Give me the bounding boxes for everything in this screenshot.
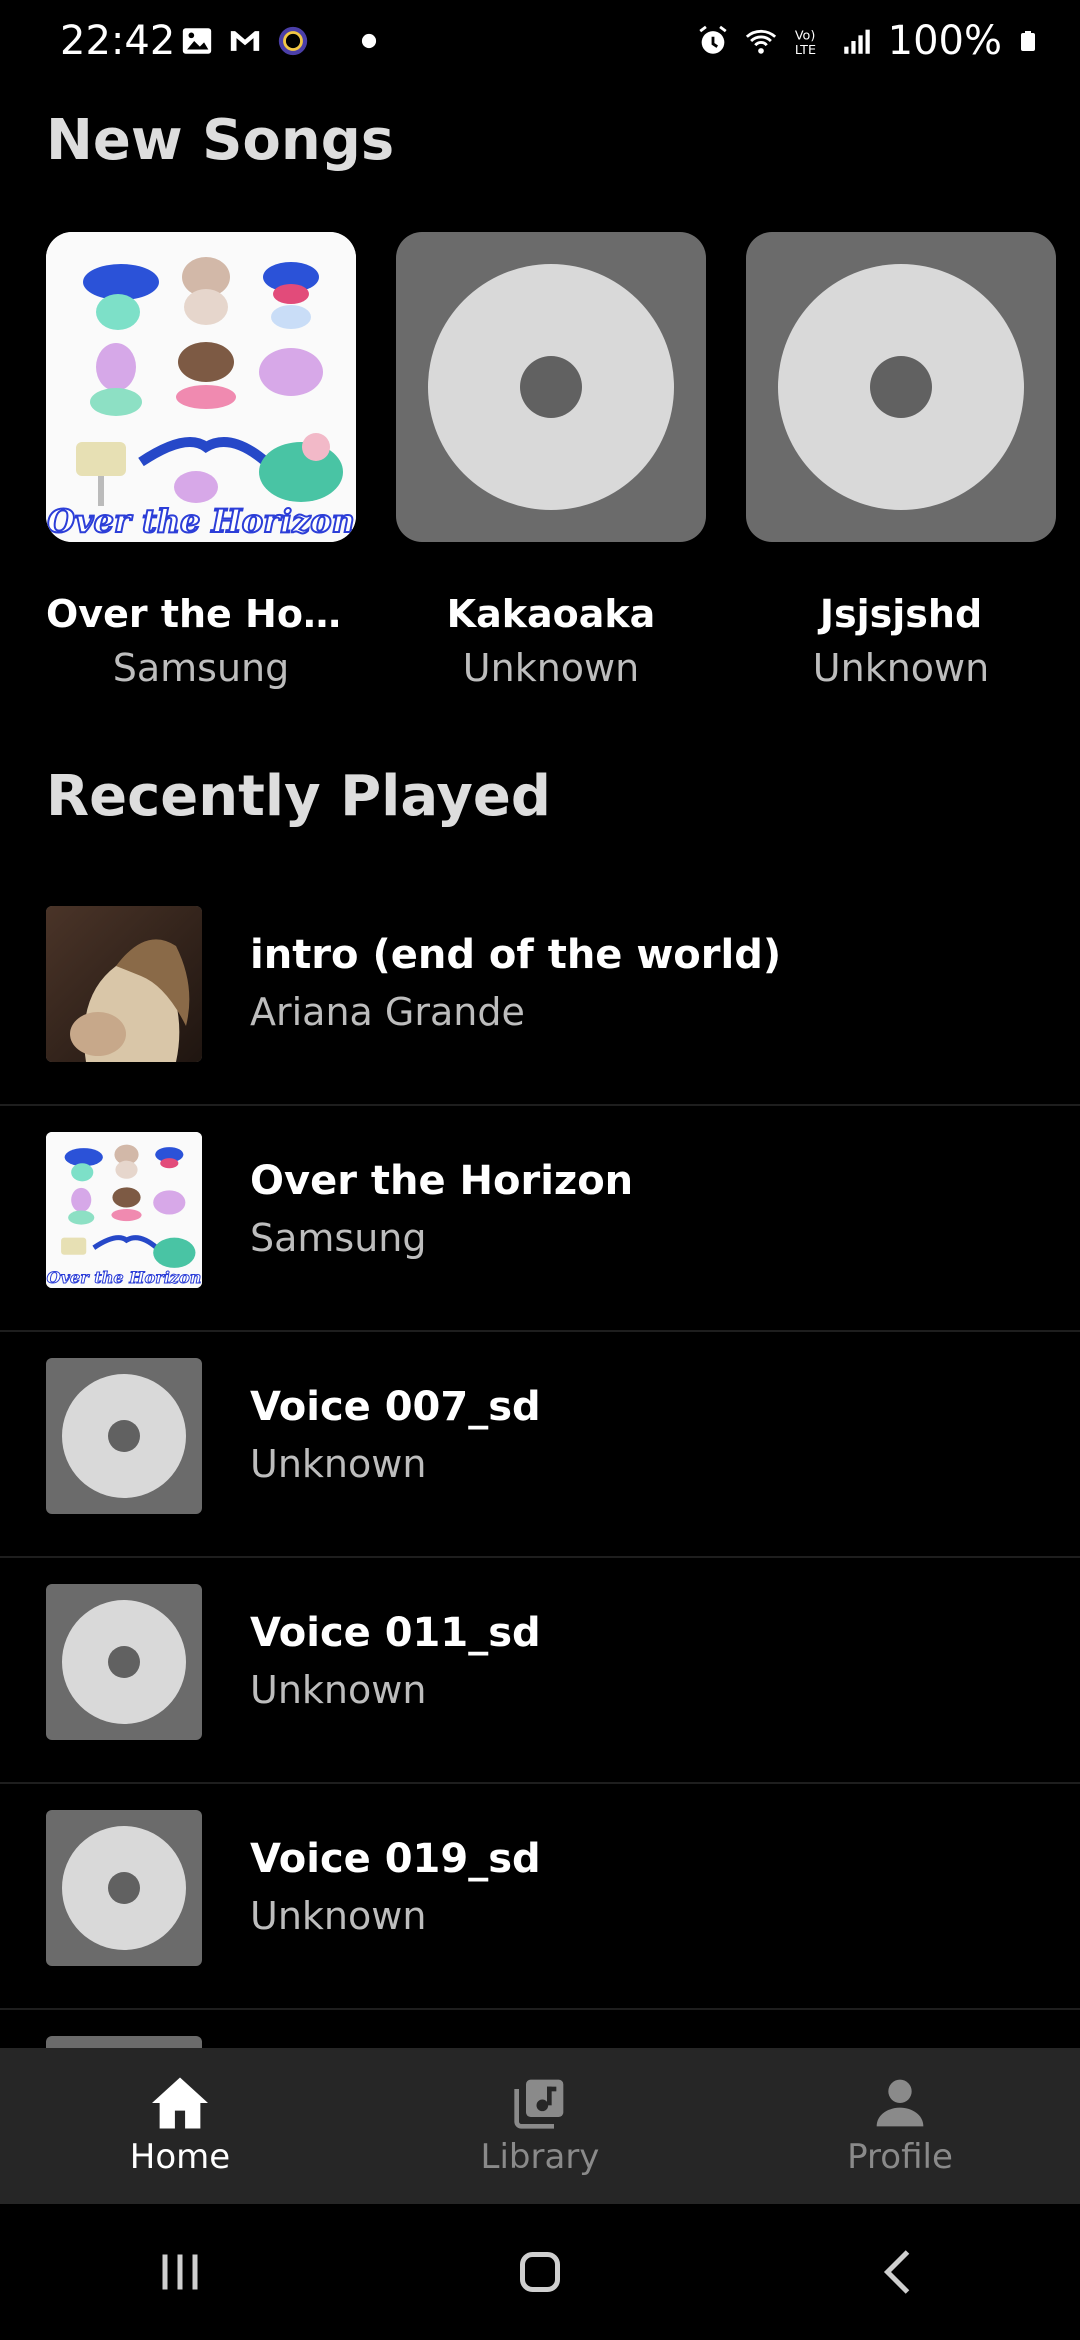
placeholder-album-art — [46, 1810, 202, 1966]
battery-icon — [1021, 31, 1035, 51]
disc-icon — [428, 264, 674, 510]
nav-library[interactable]: Library — [360, 2048, 720, 2204]
song-title: Voice 011_sd — [250, 1610, 541, 1656]
new-song-artist: Unknown — [462, 646, 640, 690]
wifi-icon — [745, 29, 776, 54]
dot-icon — [361, 33, 377, 49]
recent-apps-icon[interactable] — [150, 2242, 210, 2302]
svg-text:Over the Horizon: Over the Horizon — [47, 1268, 202, 1287]
back-icon[interactable] — [870, 2242, 930, 2302]
over-the-horizon-artwork: Over the Horizon — [46, 232, 356, 542]
disc-icon — [62, 1826, 186, 1950]
song-artist: Samsung — [250, 1216, 427, 1260]
new-song-card[interactable]: Jsjsjshd Unknown — [746, 232, 1056, 690]
home-button-icon[interactable] — [510, 2242, 570, 2302]
nav-profile[interactable]: Profile — [720, 2048, 1080, 2204]
song-title: Voice 007_sd — [250, 1384, 541, 1430]
album-art-over-the-horizon: Over the Horizon — [46, 232, 356, 542]
song-title: Over the Horizon — [250, 1158, 634, 1204]
new-song-card[interactable]: Over the Horizon Over the Hori… Samsung — [46, 232, 356, 690]
circle-app-icon — [278, 26, 308, 56]
status-bar: 22:42 Vo) LTE 100% — [0, 0, 1080, 88]
album-art-over-the-horizon: Over the Horizon — [46, 1132, 202, 1288]
list-item[interactable]: Voice 007_sd Unknown — [0, 1332, 1080, 1558]
new-song-card[interactable]: Kakaoaka Unknown — [396, 232, 706, 690]
library-icon — [514, 2079, 564, 2129]
placeholder-album-art — [46, 1584, 202, 1740]
song-artist: Unknown — [250, 1668, 427, 1712]
new-song-title: Over the Hori… — [46, 592, 356, 636]
album-art-intro — [46, 906, 202, 1062]
nav-profile-label: Profile — [847, 2137, 953, 2177]
new-song-title: Jsjsjshd — [819, 592, 983, 636]
profile-icon — [876, 2079, 924, 2127]
battery-percent: 100% — [887, 18, 1002, 64]
list-item[interactable]: Voice 019_sd Unknown — [0, 1784, 1080, 2010]
disc-icon — [62, 1374, 186, 1498]
placeholder-album-art — [396, 232, 706, 542]
list-item[interactable]: Over the Horizon Over the Horizon Samsun… — [0, 1106, 1080, 1332]
song-title: intro (end of the world) — [250, 932, 782, 978]
volte-icon: Vo)LTE — [794, 29, 815, 58]
signal-icon — [843, 29, 870, 54]
nav-home[interactable]: Home — [0, 2048, 360, 2204]
song-artist: Unknown — [250, 1894, 427, 1938]
nav-home-label: Home — [129, 2137, 231, 2177]
disc-icon — [62, 1600, 186, 1724]
new-song-artist: Unknown — [812, 646, 990, 690]
home-icon — [152, 2077, 208, 2129]
disc-icon — [778, 264, 1024, 510]
new-song-title: Kakaoaka — [446, 592, 656, 636]
gmail-icon — [230, 31, 260, 51]
new-song-artist: Samsung — [112, 646, 290, 690]
new-songs-heading: New Songs — [46, 108, 395, 173]
svg-text:Over the Horizon: Over the Horizon — [47, 502, 355, 540]
new-songs-carousel[interactable]: Over the Horizon Over the Hori… Samsung … — [46, 232, 1080, 712]
placeholder-album-art — [46, 1358, 202, 1514]
bottom-navigation: Home Library Profile — [0, 2048, 1080, 2204]
system-navigation-bar — [0, 2204, 1080, 2340]
nav-library-label: Library — [480, 2137, 600, 2177]
placeholder-album-art — [746, 232, 1056, 542]
status-time: 22:42 — [60, 18, 176, 64]
list-item[interactable]: intro (end of the world) Ariana Grande — [0, 880, 1080, 1106]
image-icon — [182, 28, 212, 54]
song-artist: Unknown — [250, 1442, 427, 1486]
svg-text:Vo): Vo) — [794, 29, 815, 44]
recently-played-heading: Recently Played — [46, 764, 551, 829]
svg-text:LTE: LTE — [794, 43, 815, 58]
song-artist: Ariana Grande — [250, 990, 525, 1034]
song-title: Voice 019_sd — [250, 1836, 541, 1882]
alarm-icon — [699, 25, 727, 54]
recently-played-list: intro (end of the world) Ariana Grande O… — [0, 880, 1080, 2236]
list-item[interactable]: Voice 011_sd Unknown — [0, 1558, 1080, 1784]
